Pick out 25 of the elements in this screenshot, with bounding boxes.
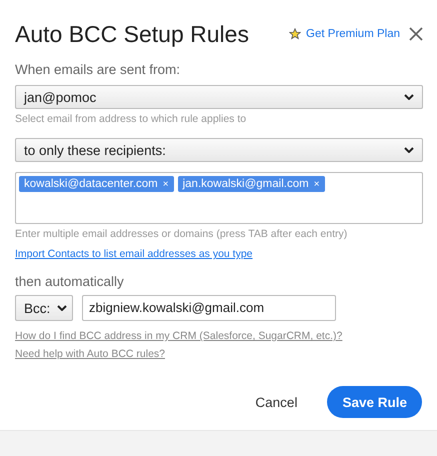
from-label: When emails are sent from:: [15, 62, 182, 77]
remove-tag-icon[interactable]: ×: [314, 178, 320, 190]
from-select[interactable]: jan@pomoc: [15, 85, 423, 109]
recipients-hint: Enter multiple email addresses or domains (press TAB after each entry): [15, 228, 348, 240]
bcc-address-field[interactable]: zbigniew.kowalski@gmail.com: [82, 295, 336, 321]
help-link[interactable]: Need help with Auto BCC rules?: [15, 348, 423, 360]
remove-tag-icon[interactable]: ×: [162, 178, 169, 190]
bcc-select[interactable]: Bcc:: [15, 295, 73, 321]
star-icon: [289, 28, 302, 40]
chevron-down-icon: [57, 305, 67, 311]
help-link[interactable]: How do I find BCC address in my CRM (Salesforce, SugarCRM, etc.)?: [15, 330, 423, 342]
save-button[interactable]: Save Rule: [327, 386, 422, 418]
recipients-field[interactable]: kowalski@datacenter.com × jan.kowalski@gmail.com ×: [15, 172, 423, 224]
recipient-email: kowalski@datacenter.com: [24, 178, 158, 190]
chevron-down-icon: [404, 147, 414, 153]
close-icon[interactable]: [409, 27, 423, 41]
recipients-select[interactable]: to only these recipients:: [15, 138, 423, 162]
import-contacts-link[interactable]: Import Contacts to list email addresses as you type: [15, 248, 423, 260]
recipient-email: jan.kowalski@gmail.com: [182, 178, 309, 190]
cancel-button[interactable]: Cancel: [251, 390, 302, 414]
then-label: then automatically: [15, 274, 125, 289]
chevron-down-icon: [404, 94, 414, 100]
from-hint: Select email from address to which rule applies to: [15, 113, 248, 125]
dialog-title: Auto BCC Setup Rules: [15, 20, 250, 48]
premium-plan-link[interactable]: Get Premium Plan: [306, 28, 400, 40]
